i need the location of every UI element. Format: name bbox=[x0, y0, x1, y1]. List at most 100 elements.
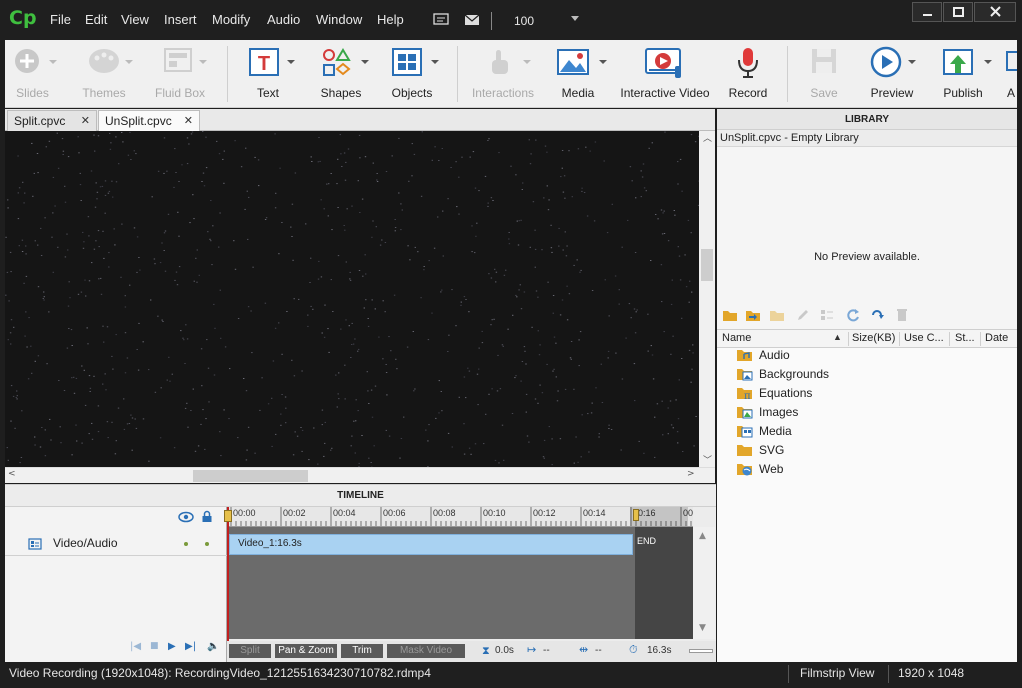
slides-label: Slides bbox=[16, 86, 49, 100]
end-marker-label: END bbox=[637, 536, 657, 546]
delete-icon[interactable] bbox=[895, 307, 909, 322]
column-status[interactable]: St... bbox=[955, 332, 975, 344]
scroll-left-icon[interactable]: < bbox=[8, 469, 16, 479]
publish-button[interactable]: Publish bbox=[931, 40, 995, 108]
end-marker-handle[interactable] bbox=[633, 509, 639, 521]
scroll-up-icon[interactable]: ︿ bbox=[703, 131, 712, 144]
menu-view[interactable]: View bbox=[121, 12, 149, 27]
objects-button[interactable]: Objects bbox=[383, 40, 441, 108]
split-button[interactable]: Split bbox=[229, 644, 271, 658]
menu-audio[interactable]: Audio bbox=[267, 12, 300, 27]
menu-modify[interactable]: Modify bbox=[212, 12, 250, 27]
stop-icon[interactable]: ■ bbox=[150, 641, 159, 651]
save-label: Save bbox=[810, 86, 838, 100]
status-resolution: 1920 x 1048 bbox=[898, 666, 965, 680]
scroll-thumb[interactable] bbox=[701, 249, 713, 281]
track-visibility-dot[interactable] bbox=[184, 542, 188, 546]
media-button[interactable]: Media bbox=[549, 40, 607, 108]
select-unused-icon[interactable] bbox=[870, 308, 886, 322]
fluid-box-button[interactable]: Fluid Box bbox=[149, 40, 211, 108]
record-button[interactable]: Record bbox=[723, 40, 773, 108]
captions-icon[interactable] bbox=[433, 13, 449, 27]
refresh-icon[interactable] bbox=[845, 308, 861, 322]
interactions-button[interactable]: Interactions bbox=[471, 40, 535, 108]
filmstrip-view-toggle[interactable]: Filmstrip View bbox=[800, 666, 874, 680]
image-icon bbox=[557, 49, 589, 75]
interactive-video-button[interactable]: Interactive Video bbox=[617, 40, 713, 108]
text-button[interactable]: T Text bbox=[239, 40, 297, 108]
maximize-button[interactable] bbox=[943, 2, 973, 22]
preview-button[interactable]: Preview bbox=[861, 40, 923, 108]
record-label: Record bbox=[728, 86, 768, 100]
scroll-right-icon[interactable]: > bbox=[687, 469, 695, 479]
stage-vertical-scrollbar[interactable]: ︿ ﹀ bbox=[699, 131, 715, 467]
tab-unsplit[interactable]: UnSplit.cpvc ✕ bbox=[98, 110, 200, 131]
scroll-down-icon[interactable]: ﹀ bbox=[703, 453, 712, 466]
library-toolbar bbox=[717, 302, 1017, 330]
title-bar: Cp File Edit View Insert Modify Audio Wi… bbox=[0, 0, 1022, 40]
video-stage[interactable] bbox=[5, 131, 699, 467]
close-tab-icon[interactable]: ✕ bbox=[184, 114, 193, 127]
column-size[interactable]: Size(KB) bbox=[852, 332, 895, 344]
playhead[interactable] bbox=[224, 507, 232, 641]
themes-button[interactable]: Themes bbox=[75, 40, 133, 108]
forward-end-icon[interactable]: ▶| bbox=[185, 641, 196, 652]
mask-video-button[interactable]: Mask Video bbox=[387, 644, 465, 658]
close-window-button[interactable] bbox=[974, 2, 1016, 22]
menu-window[interactable]: Window bbox=[316, 12, 362, 27]
column-name[interactable]: Name bbox=[722, 332, 751, 344]
eye-icon[interactable] bbox=[178, 511, 194, 523]
overflow-tool-button[interactable]: A bbox=[1001, 40, 1017, 108]
play-icon[interactable]: ▶ bbox=[168, 641, 176, 652]
scroll-thumb[interactable] bbox=[193, 470, 308, 482]
timeline-track-area[interactable]: Video_1:16.3s END bbox=[227, 527, 693, 639]
close-tab-icon[interactable]: ✕ bbox=[81, 114, 90, 127]
folder-label: Media bbox=[759, 424, 792, 438]
zoom-value[interactable]: 100 bbox=[514, 14, 534, 28]
equations-folder-icon: π bbox=[737, 388, 752, 400]
zoom-dropdown-icon[interactable] bbox=[571, 16, 579, 21]
export-icon[interactable] bbox=[769, 308, 785, 322]
shapes-icon bbox=[323, 48, 351, 76]
trim-button[interactable]: Trim bbox=[341, 644, 383, 658]
properties-icon[interactable] bbox=[819, 308, 835, 322]
save-icon bbox=[812, 49, 836, 73]
playhead-handle[interactable] bbox=[224, 510, 232, 522]
menu-insert[interactable]: Insert bbox=[164, 12, 197, 27]
ruler-tick-label: 00:12 bbox=[533, 508, 556, 518]
import-icon[interactable] bbox=[745, 308, 761, 322]
edit-icon[interactable] bbox=[795, 308, 811, 322]
volume-icon[interactable]: 🔈 bbox=[207, 641, 219, 652]
sort-ascending-icon[interactable]: ▲ bbox=[833, 332, 842, 342]
folder-label: Equations bbox=[759, 386, 813, 400]
scroll-up-icon[interactable]: ▲ bbox=[699, 531, 706, 541]
video-clip[interactable]: Video_1:16.3s bbox=[229, 534, 633, 555]
menu-help[interactable]: Help bbox=[377, 12, 404, 27]
slides-button[interactable]: Slides bbox=[5, 40, 60, 108]
shapes-button[interactable]: Shapes bbox=[309, 40, 373, 108]
column-date[interactable]: Date bbox=[985, 332, 1008, 344]
video-frame-image bbox=[5, 131, 699, 467]
track-lock-dot[interactable] bbox=[205, 542, 209, 546]
menu-edit[interactable]: Edit bbox=[85, 12, 107, 27]
save-button[interactable]: Save bbox=[801, 40, 847, 108]
lock-icon[interactable] bbox=[201, 510, 213, 523]
mail-icon[interactable] bbox=[464, 13, 480, 27]
pan-zoom-button[interactable]: Pan & Zoom bbox=[275, 644, 337, 658]
minimize-button[interactable] bbox=[912, 2, 942, 22]
interactions-label: Interactions bbox=[471, 86, 535, 100]
column-use-count[interactable]: Use C... bbox=[904, 332, 944, 344]
document-tabs: Split.cpvc ✕ UnSplit.cpvc ✕ bbox=[5, 109, 715, 131]
zoom-slider[interactable] bbox=[689, 649, 713, 653]
track-row-video-audio[interactable]: Video/Audio bbox=[5, 531, 227, 555]
timeline-ruler[interactable]: 00:00 00:02 00:04 00:06 00:08 00:10 00:12 00:14… bbox=[227, 507, 693, 527]
stage-horizontal-scrollbar[interactable]: < > bbox=[5, 467, 715, 483]
tab-split[interactable]: Split.cpvc ✕ bbox=[7, 110, 97, 131]
scroll-down-icon[interactable]: ▼ bbox=[699, 623, 706, 633]
media-label: Media bbox=[561, 86, 595, 100]
menu-file[interactable]: File bbox=[50, 12, 71, 27]
timeline-vertical-scrollbar[interactable]: ▲ ▼ bbox=[693, 527, 715, 639]
toolbar-separator bbox=[457, 46, 458, 102]
open-folder-icon[interactable] bbox=[722, 308, 738, 322]
rewind-icon[interactable]: |◀ bbox=[130, 641, 141, 652]
